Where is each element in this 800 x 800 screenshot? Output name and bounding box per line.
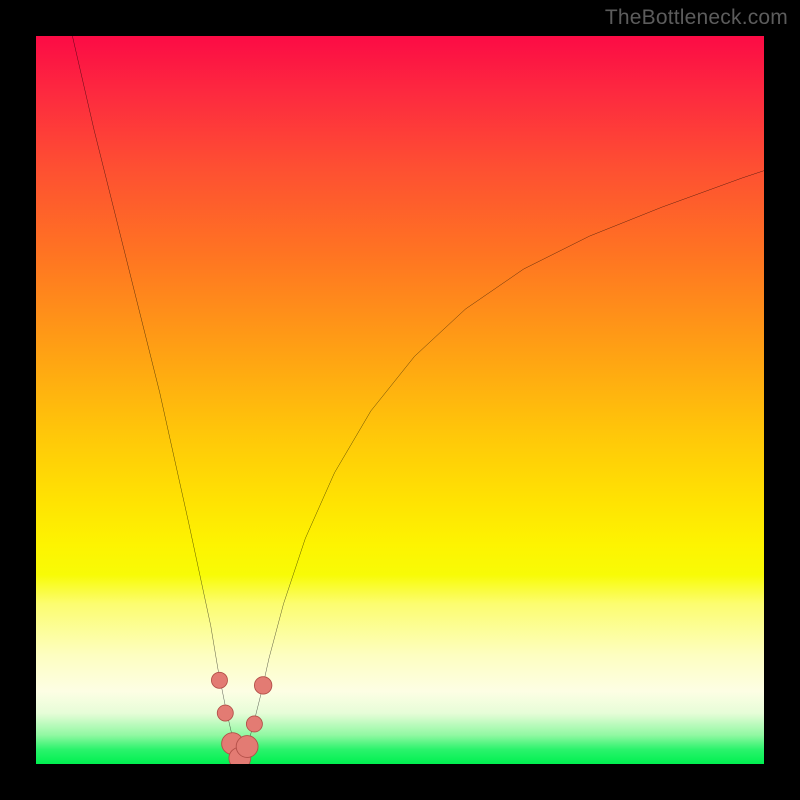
watermark-label: TheBottleneck.com [605,6,788,30]
chart-overlay [36,36,764,764]
curve-marker [246,716,262,732]
curve-marker [254,677,271,694]
chart-frame: TheBottleneck.com [0,0,800,800]
plot-area [36,36,764,764]
curve-marker [236,736,258,758]
marker-group [211,672,271,764]
curve-marker [217,705,233,721]
curve-path [72,36,764,758]
curve-marker [211,672,227,688]
